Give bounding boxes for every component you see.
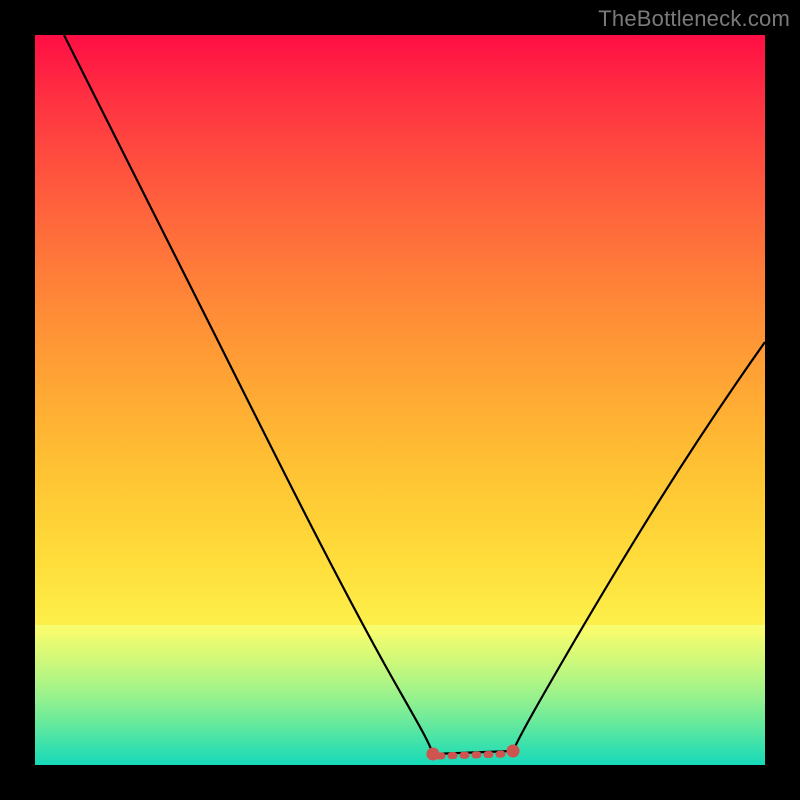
plot-area	[35, 35, 765, 765]
chart-frame: TheBottleneck.com	[0, 0, 800, 800]
bottleneck-curve	[64, 35, 765, 754]
curve-svg	[35, 35, 765, 765]
floor-marker	[427, 745, 519, 760]
watermark-text: TheBottleneck.com	[598, 6, 790, 32]
